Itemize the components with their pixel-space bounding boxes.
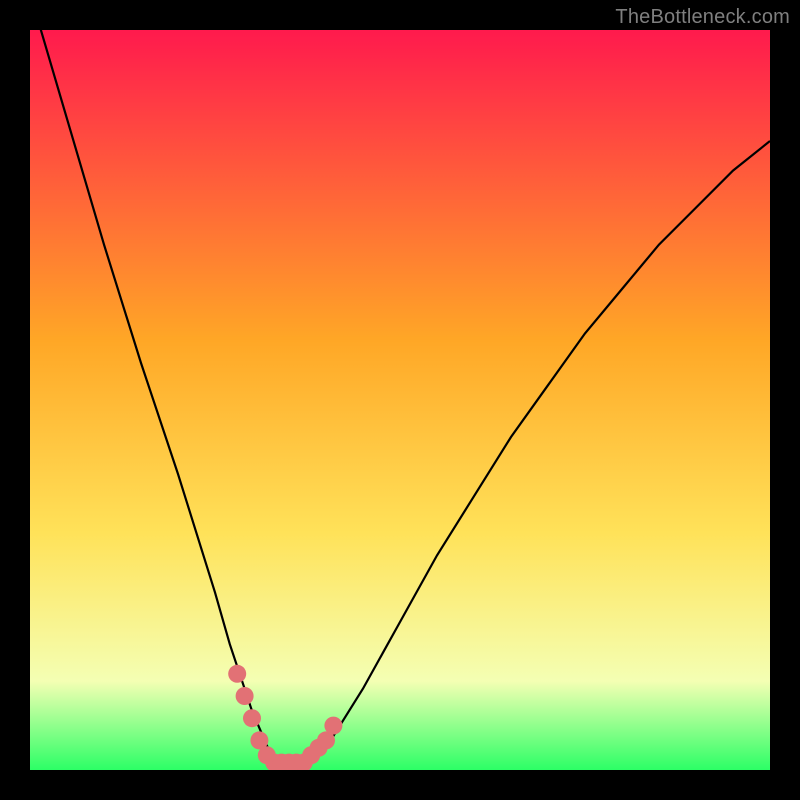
marker-dot bbox=[236, 687, 254, 705]
marker-dot bbox=[228, 665, 246, 683]
outer-frame: TheBottleneck.com bbox=[0, 0, 800, 800]
watermark-text: TheBottleneck.com bbox=[615, 6, 790, 29]
plot-area bbox=[30, 30, 770, 770]
marker-dot bbox=[324, 717, 342, 735]
marker-dot bbox=[243, 709, 261, 727]
gradient-bg bbox=[30, 30, 770, 770]
chart-svg bbox=[30, 30, 770, 770]
